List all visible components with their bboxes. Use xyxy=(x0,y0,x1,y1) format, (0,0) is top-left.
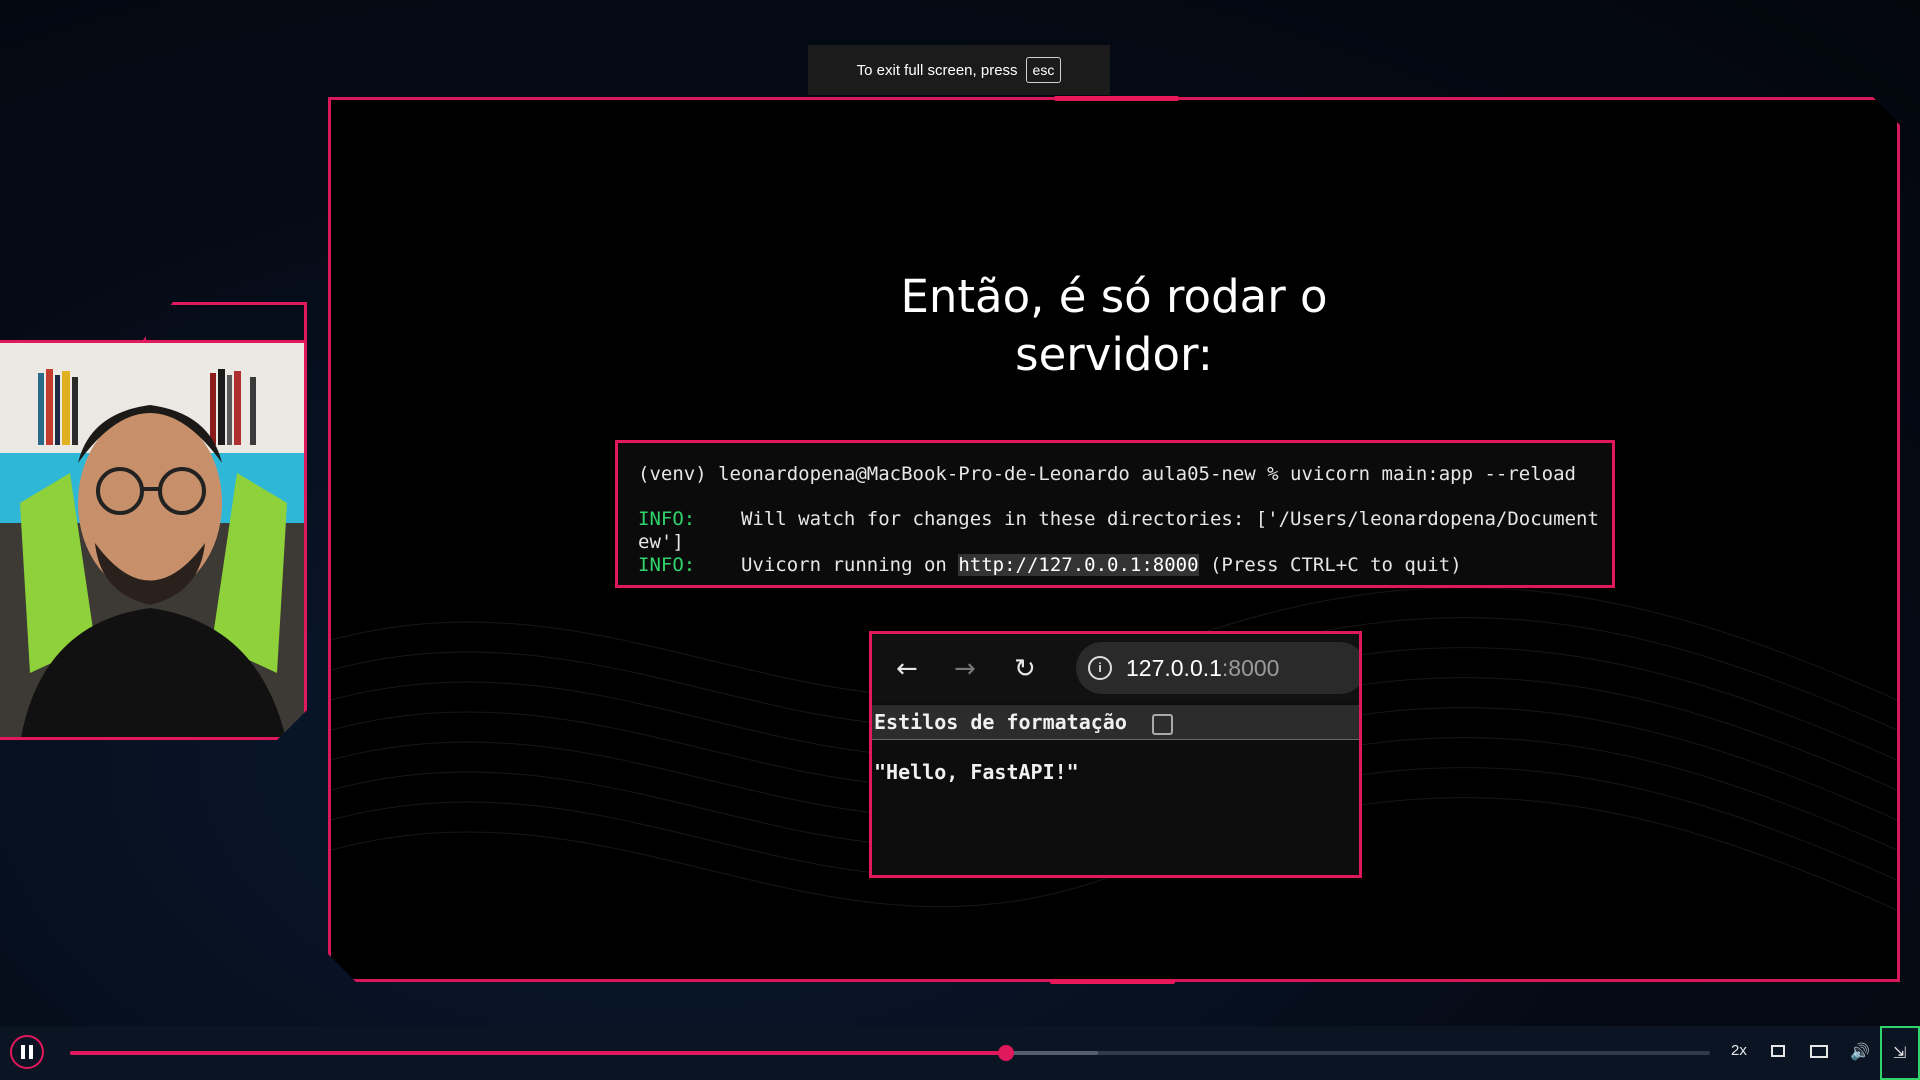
api-response: "Hello, FastAPI!" xyxy=(874,760,1079,784)
presenter-webcam xyxy=(0,340,307,740)
address-port: :8000 xyxy=(1221,655,1280,681)
picture-in-picture-icon[interactable] xyxy=(1810,1045,1828,1058)
formatting-label: Estilos de formatação xyxy=(874,710,1127,734)
fullscreen-toast-text: To exit full screen, press xyxy=(856,61,1018,79)
terminal-server-url: http://127.0.0.1:8000 xyxy=(958,554,1199,576)
exit-fullscreen-button[interactable]: ⇲ xyxy=(1880,1026,1920,1080)
browser-screenshot: ← → ↻ i 127.0.0.1:8000 Estilos de format… xyxy=(869,631,1362,878)
exit-fullscreen-icon: ⇲ xyxy=(1893,1045,1907,1062)
terminal-line-2-before: Uvicorn running on xyxy=(695,554,959,576)
formatting-bar: Estilos de formatação xyxy=(872,705,1359,740)
webcam-frame-tab xyxy=(143,302,307,340)
info-label: INFO: xyxy=(638,554,696,576)
progress-played xyxy=(70,1051,1007,1055)
address-text: 127.0.0.1:8000 xyxy=(1126,655,1279,682)
info-label: INFO: xyxy=(638,508,696,530)
forward-arrow-icon: → xyxy=(954,654,976,684)
volume-icon[interactable]: 🔊 xyxy=(1850,1042,1870,1062)
terminal-line-1-text: Will watch for changes in these director… xyxy=(695,508,1599,530)
terminal-line-1-wrap: ew'] xyxy=(638,531,684,553)
terminal-info-line-2: INFO: Uvicorn running on http://127.0.0.… xyxy=(638,554,1462,576)
terminal-line-2-after: (Press CTRL+C to quit) xyxy=(1198,554,1462,576)
pause-icon xyxy=(29,1045,33,1059)
pause-icon xyxy=(21,1045,25,1059)
terminal-info-line-1: INFO: Will watch for changes in these di… xyxy=(638,508,1599,530)
terminal-prompt-line: (venv) leonardopena@MacBook-Pro-de-Leona… xyxy=(638,463,1576,485)
esc-key-badge: esc xyxy=(1025,57,1062,83)
formatting-checkbox xyxy=(1152,714,1173,735)
slide-title: Então, é só rodar o servidor: xyxy=(331,268,1897,384)
slide-accent-top xyxy=(1054,96,1179,101)
address-host: 127.0.0.1 xyxy=(1126,655,1222,681)
presenter-video-image xyxy=(0,343,304,737)
address-bar: i 127.0.0.1:8000 xyxy=(1076,642,1359,694)
slide-title-line-2: servidor: xyxy=(1015,328,1213,381)
fullscreen-toast: To exit full screen, press esc xyxy=(808,45,1110,95)
playback-speed-button[interactable]: 2x xyxy=(1731,1042,1747,1059)
browser-toolbar: ← → ↻ i 127.0.0.1:8000 xyxy=(872,634,1359,703)
terminal-screenshot: (venv) leonardopena@MacBook-Pro-de-Leona… xyxy=(615,440,1615,588)
slide-accent-bottom xyxy=(1050,979,1175,984)
reload-icon: ↻ xyxy=(1014,654,1036,684)
captions-icon[interactable] xyxy=(1771,1045,1785,1057)
back-arrow-icon: ← xyxy=(896,654,918,684)
slide-title-line-1: Então, é só rodar o xyxy=(900,270,1328,323)
site-info-icon: i xyxy=(1088,656,1112,680)
pause-button[interactable] xyxy=(10,1035,44,1069)
